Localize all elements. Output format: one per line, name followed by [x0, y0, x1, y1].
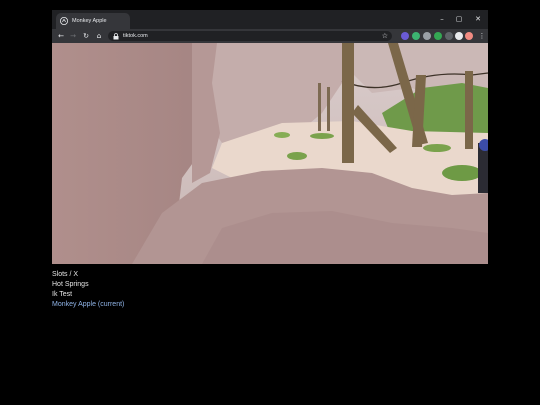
extension-icon-4[interactable] [434, 32, 442, 40]
reload-button[interactable]: ↻ [80, 30, 92, 42]
wooden-pole [342, 43, 354, 163]
scene-menu: Slots / X Hot Springs Ik Test Monkey App… [52, 270, 252, 310]
browser-window: Monkey Apple – ▢ ✕ ← → ↻ ⌂ tiktok.com ☆ … [52, 10, 488, 264]
browser-toolbar: ← → ↻ ⌂ tiktok.com ☆ ⋮ [52, 29, 488, 43]
close-button[interactable]: ✕ [472, 13, 484, 25]
browser-tab[interactable]: Monkey Apple [56, 13, 130, 29]
extension-icon-2[interactable] [412, 32, 420, 40]
tab-title: Monkey Apple [72, 18, 107, 24]
menu-item-slots[interactable]: Slots / X [52, 270, 252, 280]
home-button[interactable]: ⌂ [93, 30, 105, 42]
forward-button[interactable]: → [67, 30, 79, 42]
browser-menu-button[interactable]: ⋮ [476, 30, 488, 42]
extension-icon-3[interactable] [423, 32, 431, 40]
grass-patch [442, 165, 482, 181]
menu-item-hot-springs[interactable]: Hot Springs [52, 280, 252, 290]
wooden-pole [465, 71, 473, 149]
grass-patch [274, 132, 290, 138]
url-text: tiktok.com [123, 33, 148, 39]
menu-item-monkey-apple[interactable]: Monkey Apple (current) [52, 300, 252, 310]
tiktok-icon [60, 17, 68, 25]
maximize-button[interactable]: ▢ [453, 13, 465, 25]
grass-patch [423, 144, 451, 152]
back-button[interactable]: ← [55, 30, 67, 42]
menu-item-ik-test[interactable]: Ik Test [52, 290, 252, 300]
page-viewport[interactable] [52, 43, 488, 264]
extension-icon-5[interactable] [445, 32, 453, 40]
address-bar[interactable]: tiktok.com ☆ [108, 31, 392, 41]
extension-icon-1[interactable] [401, 32, 409, 40]
extension-icon-6[interactable] [455, 32, 463, 40]
grass-patch [310, 133, 334, 139]
game-scene [52, 43, 488, 264]
minimize-button[interactable]: – [436, 13, 448, 25]
title-bar: Monkey Apple – ▢ ✕ [52, 10, 488, 29]
grass-patch [287, 152, 307, 160]
profile-avatar[interactable] [465, 32, 473, 40]
wooden-pole [327, 87, 330, 131]
wooden-pole [318, 83, 321, 131]
bookmark-star-icon[interactable]: ☆ [382, 31, 388, 41]
lock-icon [113, 32, 119, 39]
